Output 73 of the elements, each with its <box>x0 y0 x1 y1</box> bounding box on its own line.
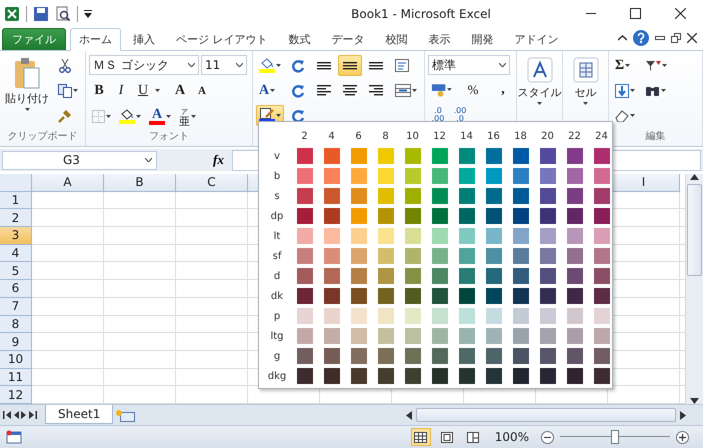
palette-column-label: 10 <box>406 130 419 142</box>
ribbon-tab[interactable]: ページ レイアウト <box>167 27 276 50</box>
palette-row-label: g <box>274 350 280 362</box>
shrink-font-button[interactable]: A <box>192 80 212 101</box>
file-tab[interactable]: ファイル <box>2 28 66 50</box>
palette-row-label: lt <box>274 230 280 242</box>
row-header[interactable]: 7 <box>0 298 32 316</box>
row-header[interactable]: 11 <box>0 368 32 386</box>
font-color-button[interactable]: A <box>146 106 174 127</box>
column-header[interactable]: A <box>32 174 104 192</box>
column-header[interactable]: B <box>104 174 176 192</box>
palette-row-label: p <box>274 310 280 322</box>
row-header[interactable]: 1 <box>0 192 32 210</box>
percent-button[interactable]: % <box>463 79 483 100</box>
palette-row-label: dp <box>270 210 284 222</box>
palette-row-label: d <box>274 270 280 282</box>
palette-row-label: v <box>274 150 280 162</box>
palette-column-label: 12 <box>433 130 446 142</box>
sheet-tab[interactable]: Sheet1 <box>45 405 114 424</box>
group-label: フォント <box>149 130 189 144</box>
number-format-field[interactable]: 標準 <box>428 55 510 75</box>
ribbon-tab[interactable]: アドイン <box>506 27 568 50</box>
row-header[interactable]: 2 <box>0 209 32 228</box>
row-header[interactable]: 5 <box>0 262 32 280</box>
row-header[interactable]: 6 <box>0 280 32 298</box>
font-name-field[interactable]: ＭＳ ゴシック <box>89 55 199 75</box>
italic-button[interactable]: I <box>111 80 131 101</box>
zoom-level: 100% <box>494 430 529 444</box>
insert-function-button[interactable]: fx <box>211 152 226 168</box>
paste-button[interactable]: 貼り付け <box>3 55 51 130</box>
column-header[interactable]: C <box>176 174 248 192</box>
name-box[interactable]: G3 <box>2 150 157 170</box>
text-style-button[interactable]: A <box>256 80 278 101</box>
increase-decimal-button[interactable]: .0 .00 <box>428 104 448 126</box>
palette-row-label: ltg <box>270 330 284 342</box>
ribbon-tab[interactable]: 校閲 <box>376 27 416 50</box>
palette-column-label: 4 <box>328 130 335 142</box>
palette-column-label: 2 <box>301 130 308 142</box>
palette-row-label: dk <box>270 290 284 302</box>
comma-button[interactable]: , <box>493 79 513 100</box>
palette-column-label: 8 <box>382 130 389 142</box>
font-size-field[interactable]: 11 <box>201 55 247 75</box>
window-title: Book1 - Microsoft Excel <box>350 6 492 20</box>
palette-column-label: 16 <box>487 130 500 142</box>
ribbon-tab[interactable]: 数式 <box>280 27 320 50</box>
row-header[interactable]: 8 <box>0 316 32 334</box>
row-header[interactable]: 3 <box>0 227 32 245</box>
row-header[interactable]: 4 <box>0 244 32 262</box>
palette-column-label: 24 <box>595 130 608 142</box>
palette-column-label: 14 <box>460 130 473 142</box>
palette-row-label: sf <box>272 250 282 262</box>
decrease-decimal-button[interactable]: .00 .0 <box>450 104 470 126</box>
palette-row-label: b <box>274 170 280 182</box>
bold-button[interactable]: B <box>89 80 109 101</box>
underline-button[interactable]: U <box>133 80 153 101</box>
palette-column-label: 6 <box>355 130 362 142</box>
palette-column-label: 18 <box>514 130 527 142</box>
row-header[interactable]: 9 <box>0 333 32 351</box>
group-label: クリップボード <box>8 130 78 144</box>
ribbon-tab[interactable]: 表示 <box>420 27 460 50</box>
palette-row-label: s <box>274 190 280 202</box>
grow-font-button[interactable]: A <box>170 80 190 101</box>
ribbon-tab[interactable]: 挿入 <box>124 27 164 50</box>
ribbon-tab[interactable]: 開発 <box>462 27 502 50</box>
ribbon-tab[interactable]: ホーム <box>70 28 121 51</box>
palette-column-label: 22 <box>568 130 581 142</box>
autosum-button[interactable]: Σ <box>612 55 634 76</box>
palette-row-label: dkg <box>268 370 286 382</box>
row-header[interactable]: 12 <box>0 386 32 404</box>
row-header[interactable]: 10 <box>0 350 32 369</box>
ribbon-tab[interactable]: データ <box>322 27 374 50</box>
palette-column-label: 20 <box>541 130 554 142</box>
group-label: 編集 <box>646 130 666 144</box>
